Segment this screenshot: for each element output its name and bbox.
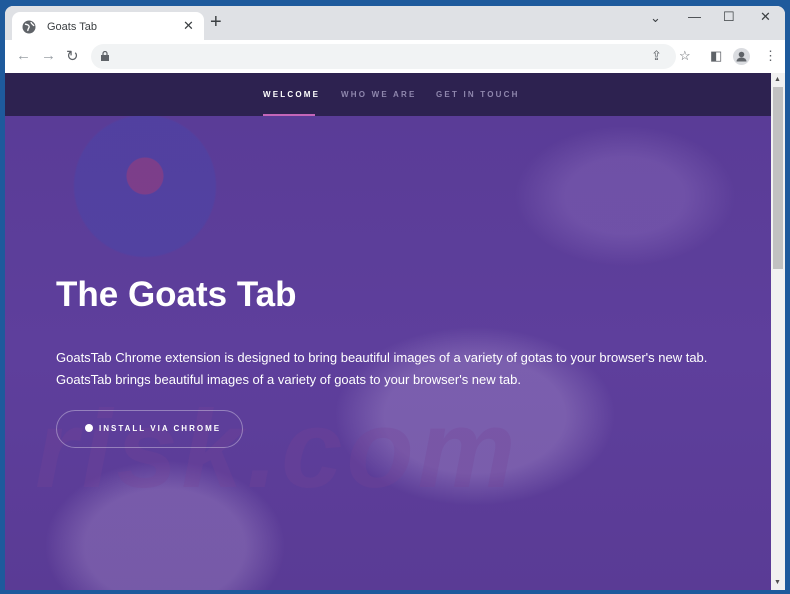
hero-section: risk.com The Goats Tab GoatsTab Chrome e… (5, 116, 771, 590)
watermark: risk.com (35, 388, 520, 511)
chrome-icon (85, 424, 93, 432)
maximize-button[interactable]: ☐ (723, 9, 735, 25)
forward-button[interactable]: → (41, 47, 56, 64)
web-page: WELCOME WHO WE ARE GET IN TOUCH risk.com… (5, 73, 771, 590)
install-via-chrome-button[interactable]: INSTALL VIA CHROME (56, 410, 243, 448)
tab-search-icon[interactable]: ⌄ (650, 10, 661, 26)
back-button[interactable]: ← (16, 47, 31, 64)
new-tab-button[interactable]: + (210, 12, 222, 32)
close-window-button[interactable]: ✕ (760, 9, 771, 25)
hero-description-1: GoatsTab Chrome extension is designed to… (56, 350, 708, 365)
site-nav: WELCOME WHO WE ARE GET IN TOUCH (5, 73, 771, 116)
nav-welcome[interactable]: WELCOME (263, 90, 320, 99)
browser-window: Goats Tab ✕ + ⌄ — ☐ ✕ ← → ↻ ⇪ ☆ ◧ ⋮ WELC… (5, 6, 785, 590)
minimize-button[interactable]: — (688, 9, 701, 24)
menu-icon[interactable]: ⋮ (764, 48, 777, 64)
nav-who-we-are[interactable]: WHO WE ARE (341, 90, 416, 99)
scroll-down-icon[interactable]: ▼ (774, 579, 781, 586)
tab-title: Goats Tab (47, 21, 97, 33)
profile-icon[interactable] (733, 48, 750, 65)
tab-close-icon[interactable]: ✕ (183, 18, 194, 34)
hero-title: The Goats Tab (56, 275, 297, 314)
sidepanel-icon[interactable]: ◧ (710, 48, 722, 64)
scrollbar-thumb[interactable] (773, 87, 783, 269)
scroll-up-icon[interactable]: ▲ (774, 76, 781, 83)
nav-get-in-touch[interactable]: GET IN TOUCH (436, 90, 520, 99)
reload-button[interactable]: ↻ (66, 47, 79, 65)
star-icon[interactable]: ☆ (679, 48, 691, 64)
share-icon[interactable]: ⇪ (651, 48, 662, 64)
browser-toolbar: ← → ↻ ⇪ ☆ ◧ ⋮ (5, 40, 785, 73)
lock-icon (101, 51, 109, 61)
install-button-label: INSTALL VIA CHROME (99, 424, 222, 433)
browser-tab[interactable]: Goats Tab ✕ (12, 12, 204, 42)
address-bar[interactable]: ⇪ (91, 44, 676, 69)
scrollbar[interactable]: ▲ ▼ (771, 73, 785, 590)
hero-description-2: GoatsTab brings beautiful images of a va… (56, 372, 521, 387)
tab-strip: Goats Tab ✕ + ⌄ — ☐ ✕ (5, 6, 785, 42)
globe-icon (22, 20, 36, 34)
